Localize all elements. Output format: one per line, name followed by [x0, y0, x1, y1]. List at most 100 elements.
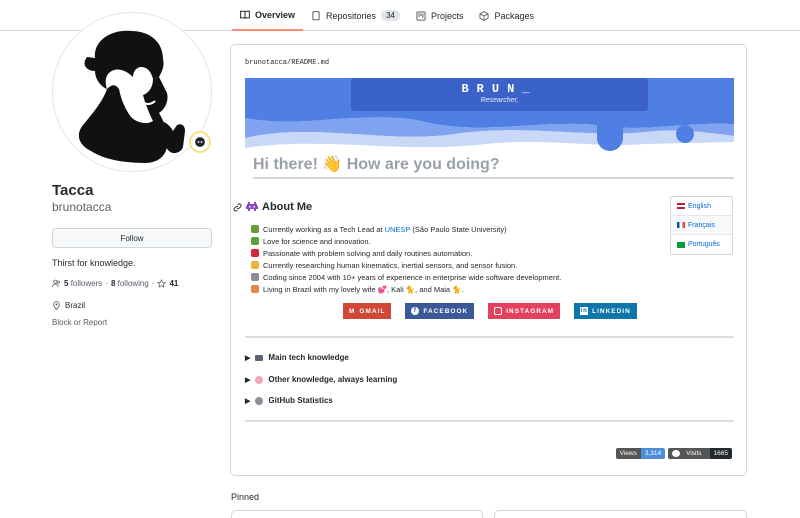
location-icon	[53, 301, 60, 310]
seedling-icon	[251, 237, 259, 245]
social-links: M GMAIL f FACEBOOK INSTAGRAM in LINKEDIN	[343, 303, 637, 319]
banner-title-box: BRUN_ Researcher,	[351, 78, 648, 111]
book-icon	[240, 10, 250, 19]
profile-bio: Thirst for knowledge.	[52, 258, 136, 268]
greeting-heading: Hi there! 👋 How are you doing?	[253, 154, 734, 179]
tab-projects-label: Projects	[430, 10, 464, 21]
disclosure-triangle-icon: ▶	[245, 397, 251, 405]
brazil-flag-icon	[677, 241, 685, 248]
linkedin-icon: in	[580, 307, 589, 315]
tools-icon	[251, 273, 259, 281]
readme-file-name: README.md	[291, 59, 330, 67]
tab-repositories[interactable]: Repositories 34	[303, 0, 408, 31]
gmail-icon: M	[349, 307, 356, 315]
tab-packages-label: Packages	[494, 10, 535, 21]
divider	[245, 336, 734, 338]
status-badge[interactable]	[189, 131, 211, 153]
following-label: following	[117, 279, 149, 288]
about-item: Coding since 2004 with 10+ years of expe…	[251, 271, 561, 283]
language-french[interactable]: Français	[671, 216, 732, 235]
stars-link[interactable]: 41	[169, 279, 178, 288]
tab-overview-label: Overview	[255, 9, 296, 20]
readme-user-link[interactable]: brunotacca	[245, 59, 287, 67]
stats-icon	[255, 396, 264, 405]
school-icon	[251, 225, 259, 233]
details-label: GitHub Statistics	[268, 396, 333, 405]
language-french-label: Français	[688, 221, 715, 229]
star-icon	[157, 279, 167, 288]
about-text: Living in Brazil with my lovely wife 💕, …	[263, 284, 464, 294]
about-text: Passionate with problem solving and dail…	[263, 248, 473, 258]
about-text: Currently researching human kinematics, …	[263, 260, 518, 270]
details-other-knowledge[interactable]: ▶ Other knowledge, always learning	[245, 375, 397, 384]
location-text: Brazil	[65, 301, 86, 310]
instagram-label: INSTAGRAM	[506, 307, 555, 315]
about-text: Coding since 2004 with 10+ years of expe…	[263, 272, 562, 282]
profile-tabs: Overview Repositories 34 Projects Packag…	[232, 0, 542, 31]
package-icon	[479, 10, 489, 21]
follow-separator: ·	[151, 279, 155, 288]
profile-login: brunotacca	[52, 200, 112, 214]
pinned-card[interactable]	[494, 510, 747, 518]
facebook-button[interactable]: f FACEBOOK	[405, 303, 475, 319]
unesp-link[interactable]: UNESP	[385, 225, 411, 234]
language-english[interactable]: English	[671, 197, 732, 216]
linkedin-button[interactable]: in LINKEDIN	[574, 303, 637, 319]
france-flag-icon	[677, 222, 685, 228]
writing-hand-icon	[251, 261, 259, 269]
language-selector: English Français Português	[670, 196, 733, 255]
about-item: Currently working as a Tech Lead at UNES…	[251, 223, 561, 235]
following-link[interactable]: 8 following	[111, 279, 149, 288]
details-tech-knowledge[interactable]: ▶ Main tech knowledge	[245, 353, 349, 362]
about-text: Currently working as a Tech Lead at UNES…	[263, 224, 507, 234]
instagram-button[interactable]: INSTAGRAM	[488, 303, 561, 319]
readme-banner: BRUN_ Researcher,	[245, 78, 734, 166]
followers-count: 5	[64, 279, 69, 288]
language-portuguese-label: Português	[688, 241, 720, 248]
us-flag-icon	[677, 203, 685, 209]
profile-location: Brazil	[52, 301, 214, 310]
details-label: Other knowledge, always learning	[268, 375, 398, 384]
block-report-link[interactable]: Block or Report	[52, 318, 214, 327]
following-count: 8	[110, 279, 116, 288]
tab-packages[interactable]: Packages	[471, 0, 542, 31]
profile-name: Tacca	[52, 182, 94, 199]
repo-icon	[312, 10, 320, 20]
laptop-icon	[255, 354, 264, 361]
tab-projects[interactable]: Projects	[408, 0, 472, 31]
visitor-badges: Views 3,314 Visits 1665	[615, 448, 732, 459]
about-item: Living in Brazil with my lovely wife 💕, …	[251, 283, 561, 295]
gmail-button[interactable]: M GMAIL	[343, 303, 392, 319]
stars-count: 41	[169, 279, 179, 288]
follow-separator: ·	[105, 279, 108, 288]
brain-icon	[255, 375, 264, 384]
language-english-label: English	[688, 202, 711, 210]
disclosure-triangle-icon: ▶	[245, 354, 251, 362]
repositories-count: 34	[381, 10, 400, 21]
details-label: Main tech knowledge	[268, 353, 349, 362]
about-heading: About Me	[233, 201, 312, 213]
about-title: About Me	[262, 201, 313, 213]
followers-label: followers	[70, 279, 103, 288]
readme-card: brunotacca/README.md BRUN_ Researcher, H…	[230, 44, 747, 476]
divider	[245, 420, 734, 422]
tab-overview[interactable]: Overview	[232, 0, 304, 31]
readme-path: brunotacca/README.md	[245, 59, 329, 67]
follow-button[interactable]: Follow	[52, 228, 212, 248]
people-icon	[52, 279, 60, 287]
anchor-link-icon[interactable]	[233, 203, 242, 212]
gmail-label: GMAIL	[359, 307, 386, 315]
profile-sidebar: Tacca brunotacca Follow Thirst for knowl…	[52, 12, 214, 327]
followers-link[interactable]: 5 followers	[64, 279, 102, 288]
facebook-icon: f	[411, 307, 420, 315]
about-list: Currently working as a Tech Lead at UNES…	[251, 223, 561, 295]
language-portuguese[interactable]: Português	[671, 235, 732, 254]
banner-subtitle: Researcher,	[480, 97, 519, 104]
pinned-card[interactable]	[231, 510, 483, 518]
instagram-icon	[494, 307, 503, 315]
heart-icon	[251, 249, 259, 257]
family-icon	[251, 285, 259, 293]
avatar[interactable]	[52, 12, 212, 172]
details-github-stats[interactable]: ▶ GitHub Statistics	[245, 396, 333, 405]
avatar-illustration	[78, 30, 185, 163]
